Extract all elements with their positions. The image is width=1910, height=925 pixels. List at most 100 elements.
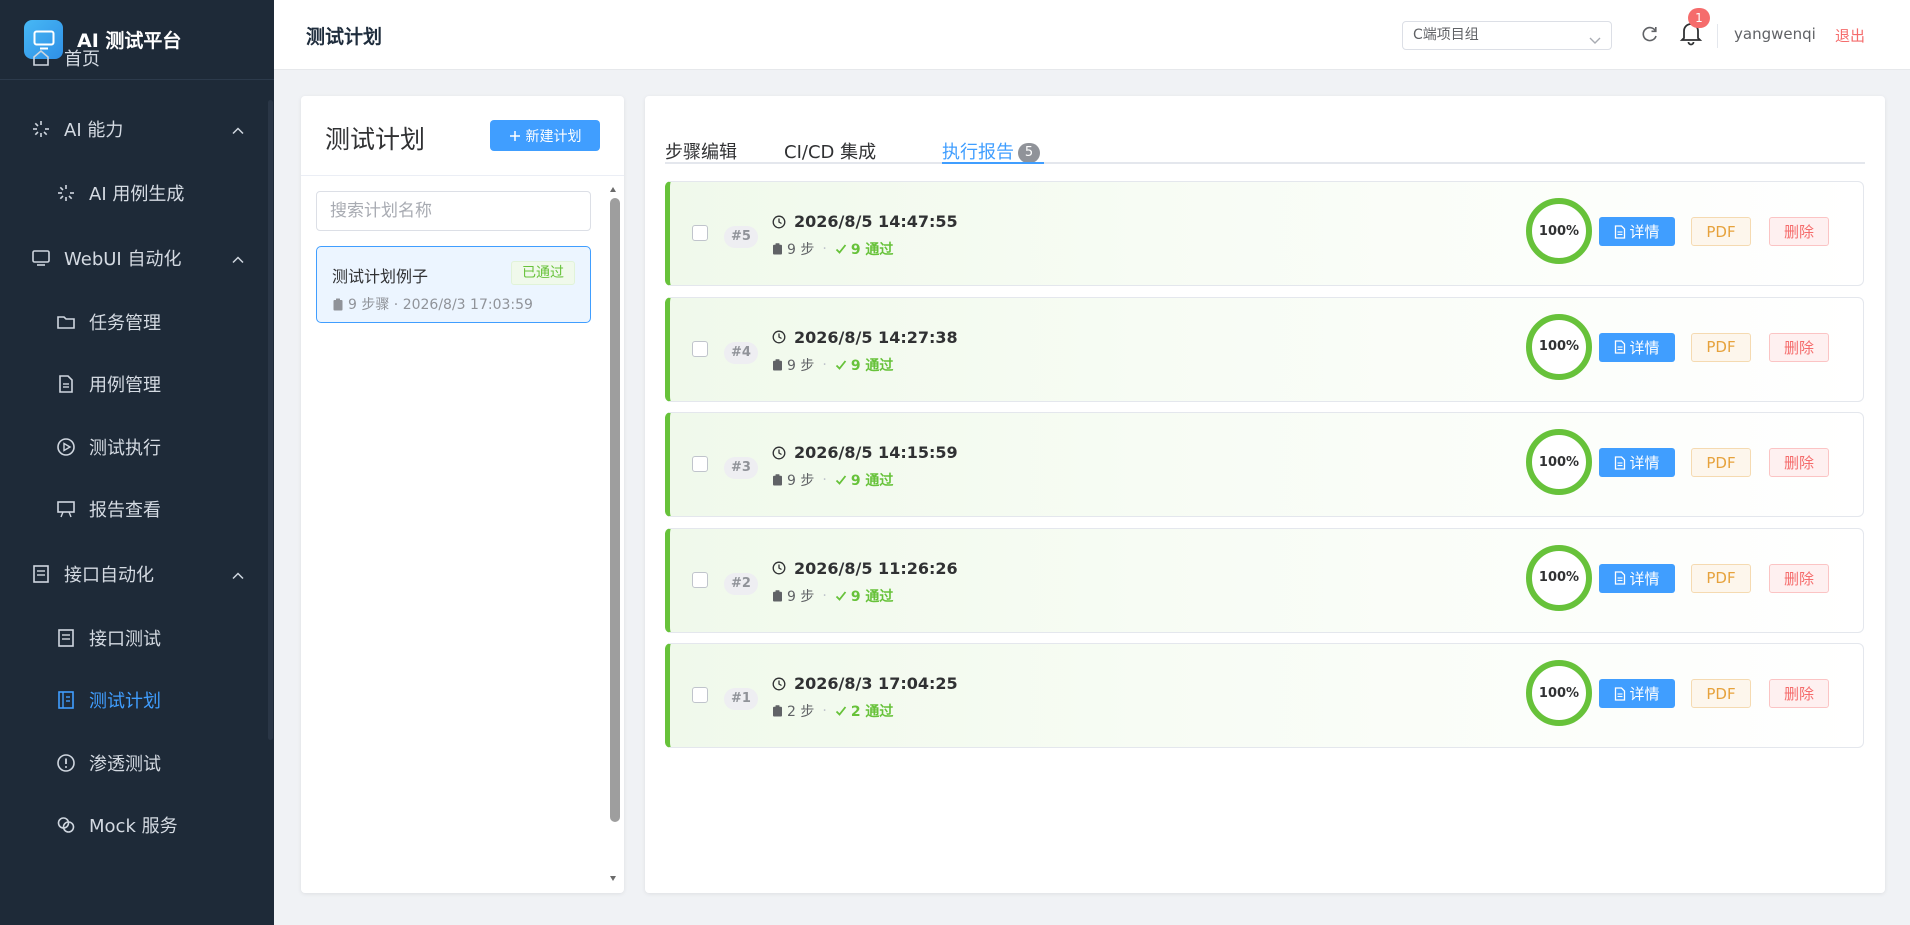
sidebar-item-label: Mock 服务 (89, 816, 178, 838)
report-pdf-button[interactable]: PDF (1691, 563, 1751, 593)
sidebar-group-api[interactable]: 接口自动化 (0, 541, 274, 607)
report-passed: 9 通过 (850, 357, 894, 374)
new-plan-button[interactable]: 新建计划 (490, 120, 600, 151)
clock-icon (772, 215, 786, 229)
report-meta: 9 步 · 9 通过 (772, 239, 893, 259)
chevron-down-icon (1589, 29, 1601, 56)
report-delete-button[interactable]: 删除 (1769, 217, 1829, 246)
report-panel: 步骤编辑 CI/CD 集成 执行报告 5 #5 2026/8/5 14:47:55… (645, 96, 1885, 893)
separator-dot: · (822, 241, 827, 257)
clipboard-icon (772, 474, 783, 486)
report-number: #2 (724, 572, 758, 595)
report-row: #3 2026/8/5 14:15:59 9 步 · 9 通过 100% 详情 … (665, 412, 1864, 518)
check-icon (835, 243, 847, 255)
plan-list-item[interactable]: 测试计划例子 已通过 9 步骤 · 2026/8/3 17:03:59 (316, 246, 591, 323)
loading-icon (30, 118, 52, 140)
sidebar-item-label: 接口测试 (89, 628, 161, 650)
document-icon (1614, 340, 1626, 354)
report-number: #3 (724, 457, 758, 480)
project-select[interactable]: C端项目组 (1402, 21, 1612, 50)
clock-icon (772, 446, 786, 460)
username: yangwenqi (1734, 25, 1816, 43)
presentation-icon (55, 498, 77, 520)
report-pdf-button[interactable]: PDF (1691, 448, 1751, 478)
report-row: #4 2026/8/5 14:27:38 9 步 · 9 通过 100% 详情 … (665, 296, 1864, 402)
report-detail-button[interactable]: 详情 (1599, 217, 1675, 246)
plan-list-scroll-thumb[interactable] (610, 198, 620, 822)
plan-name: 测试计划例子 (332, 267, 429, 286)
report-time-text: 2026/8/5 14:47:55 (794, 212, 958, 231)
tab-steps[interactable]: 步骤编辑 (665, 138, 737, 164)
separator-dot: · (822, 587, 827, 604)
report-steps: 9 步 (787, 588, 815, 605)
report-delete-button[interactable]: 删除 (1769, 563, 1829, 593)
document-icon (1614, 571, 1626, 585)
report-checkbox[interactable] (692, 340, 708, 357)
sidebar-item-task-mgmt[interactable]: 任务管理 (0, 291, 274, 354)
report-detail-button[interactable]: 详情 (1599, 563, 1675, 593)
report-row: #5 2026/8/5 14:47:55 9 步 · 9 通过 100% 详情 … (665, 181, 1864, 286)
report-checkbox[interactable] (692, 456, 708, 473)
tab-reports[interactable]: 执行报告 5 (942, 138, 1040, 164)
report-delete-button[interactable]: 删除 (1769, 332, 1829, 362)
report-detail-label: 详情 (1629, 454, 1660, 473)
sidebar-item-test-exec[interactable]: 测试执行 (0, 416, 274, 479)
report-pdf-button[interactable]: PDF (1691, 217, 1751, 246)
sidebar-group-ai[interactable]: AI 能力 (0, 96, 274, 162)
report-detail-button[interactable]: 详情 (1599, 332, 1675, 362)
report-detail-button[interactable]: 详情 (1599, 679, 1675, 709)
tab-bar: 步骤编辑 CI/CD 集成 执行报告 5 (665, 116, 1865, 164)
report-time: 2026/8/5 14:27:38 (772, 328, 958, 347)
tab-cicd[interactable]: CI/CD 集成 (784, 138, 876, 164)
clipboard-icon (332, 298, 344, 311)
report-checkbox[interactable] (692, 687, 708, 704)
report-pdf-button[interactable]: PDF (1691, 679, 1751, 709)
plan-list-title: 测试计划 (325, 125, 426, 154)
sidebar-item-mock[interactable]: Mock 服务 (0, 794, 274, 857)
separator-dot: · (822, 703, 827, 720)
sidebar-item-label: 任务管理 (89, 312, 161, 334)
sidebar-group-webui[interactable]: WebUI 自动化 (0, 225, 274, 291)
report-list: #5 2026/8/5 14:47:55 9 步 · 9 通过 100% 详情 … (665, 181, 1865, 759)
report-steps: 9 步 (787, 357, 815, 374)
sidebar-item-report-view[interactable]: 报告查看 (0, 478, 274, 541)
sidebar-item-home[interactable]: 首页 (0, 30, 274, 86)
clock-icon (772, 677, 786, 691)
report-time: 2026/8/5 14:15:59 (772, 443, 958, 462)
report-delete-button[interactable]: 删除 (1769, 679, 1829, 709)
sidebar-item-case-mgmt[interactable]: 用例管理 (0, 353, 274, 416)
active-tab-indicator (942, 162, 1044, 164)
report-detail-button[interactable]: 详情 (1599, 448, 1675, 478)
sidebar-item-ai-case-gen[interactable]: AI 用例生成 (0, 162, 274, 225)
sidebar-item-pentest[interactable]: 渗透测试 (0, 732, 274, 795)
report-meta: 9 步 · 9 通过 (772, 470, 893, 490)
sidebar-item-test-plan[interactable]: 测试计划 (0, 669, 274, 732)
pass-rate-text: 100% (1538, 454, 1580, 470)
report-delete-button[interactable]: 删除 (1769, 448, 1829, 478)
report-number: #5 (724, 226, 758, 248)
refresh-icon[interactable] (1640, 24, 1660, 48)
report-detail-label: 详情 (1629, 338, 1660, 357)
report-steps: 2 步 (787, 704, 815, 721)
report-detail-label: 详情 (1629, 569, 1660, 588)
plan-list-header: 测试计划 新建计划 (301, 96, 624, 176)
report-time-text: 2026/8/5 14:27:38 (794, 327, 958, 347)
plan-search-input[interactable] (316, 191, 591, 231)
logout-link[interactable]: 退出 (1835, 25, 1865, 46)
sidebar-item-label: 测试计划 (89, 691, 161, 713)
report-steps: 9 步 (787, 473, 815, 490)
report-checkbox[interactable] (692, 225, 708, 241)
sidebar-scrollbar[interactable] (268, 100, 273, 740)
sidebar-item-label: AI 用例生成 (89, 184, 185, 206)
chevron-up-icon (232, 119, 244, 140)
notebook-icon (55, 689, 77, 711)
report-row: #2 2026/8/5 11:26:26 9 步 · 9 通过 100% 详情 … (665, 527, 1864, 633)
check-icon (835, 705, 847, 717)
report-time-text: 2026/8/5 11:26:26 (794, 558, 958, 578)
sidebar-item-api-test[interactable]: 接口测试 (0, 607, 274, 670)
sidebar-item-label: 报告查看 (89, 500, 161, 522)
sidebar: AI 测试平台 首页 AI 能力 AI 用例生成 WebUI 自动化 任务管理 … (0, 0, 274, 925)
report-pdf-button[interactable]: PDF (1691, 332, 1751, 362)
report-time-text: 2026/8/5 14:15:59 (794, 443, 958, 463)
report-checkbox[interactable] (692, 571, 708, 588)
